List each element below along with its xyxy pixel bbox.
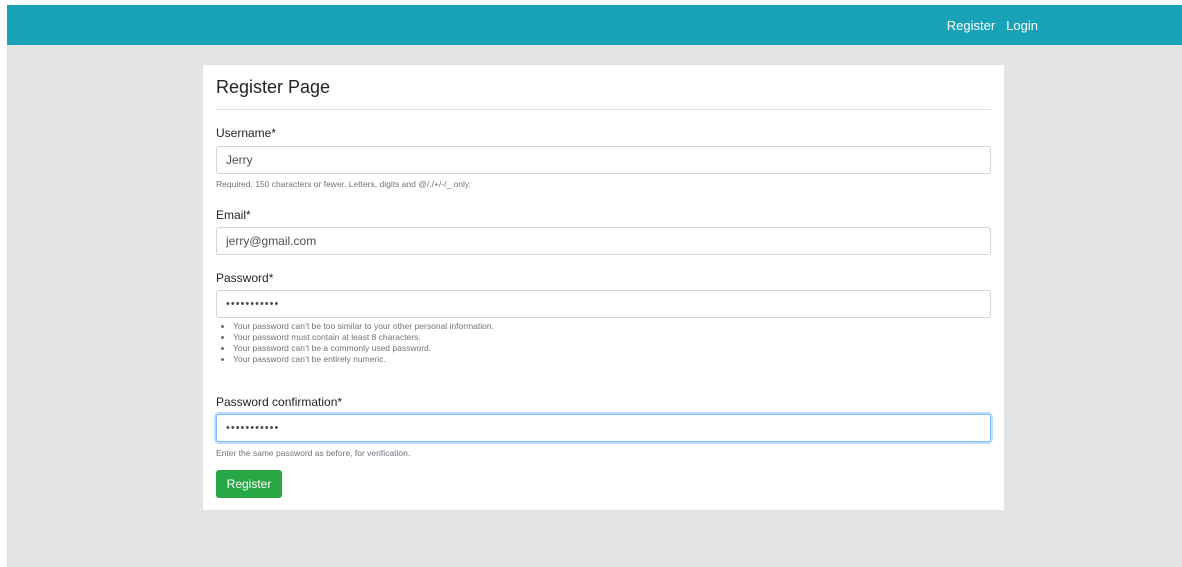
password-help-item: Your password can’t be a commonly used p… bbox=[233, 343, 494, 354]
password-help-item: Your password can’t be entirely numeric. bbox=[233, 354, 494, 365]
password-help-item: Your password can’t be too similar to yo… bbox=[233, 321, 494, 332]
password-confirmation-input[interactable] bbox=[216, 414, 991, 442]
password-confirmation-help-text: Enter the same password as before, for v… bbox=[216, 448, 411, 458]
nav-login-link[interactable]: Login bbox=[1006, 18, 1038, 33]
password-input[interactable] bbox=[216, 290, 991, 318]
password-label: Password* bbox=[216, 271, 274, 285]
password-confirmation-label: Password confirmation* bbox=[216, 395, 343, 409]
username-label: Username* bbox=[216, 126, 277, 140]
email-label: Email* bbox=[216, 208, 251, 222]
password-help-item: Your password must contain at least 8 ch… bbox=[233, 332, 494, 343]
nav-links: Register Login bbox=[947, 5, 1038, 45]
page-viewport: Register Login Register Page Username* R… bbox=[7, 5, 1182, 567]
title-divider bbox=[216, 109, 991, 110]
username-help-text: Required. 150 characters or fewer. Lette… bbox=[216, 179, 471, 189]
page-title: Register Page bbox=[216, 77, 331, 97]
register-card: Register Page Username* Required. 150 ch… bbox=[203, 65, 1004, 510]
username-input[interactable] bbox=[216, 146, 991, 174]
password-help-list: Your password can’t be too similar to yo… bbox=[216, 321, 494, 365]
email-input[interactable] bbox=[216, 227, 991, 255]
register-button[interactable]: Register bbox=[216, 470, 282, 498]
top-navbar: Register Login bbox=[7, 5, 1182, 45]
nav-register-link[interactable]: Register bbox=[947, 18, 995, 33]
